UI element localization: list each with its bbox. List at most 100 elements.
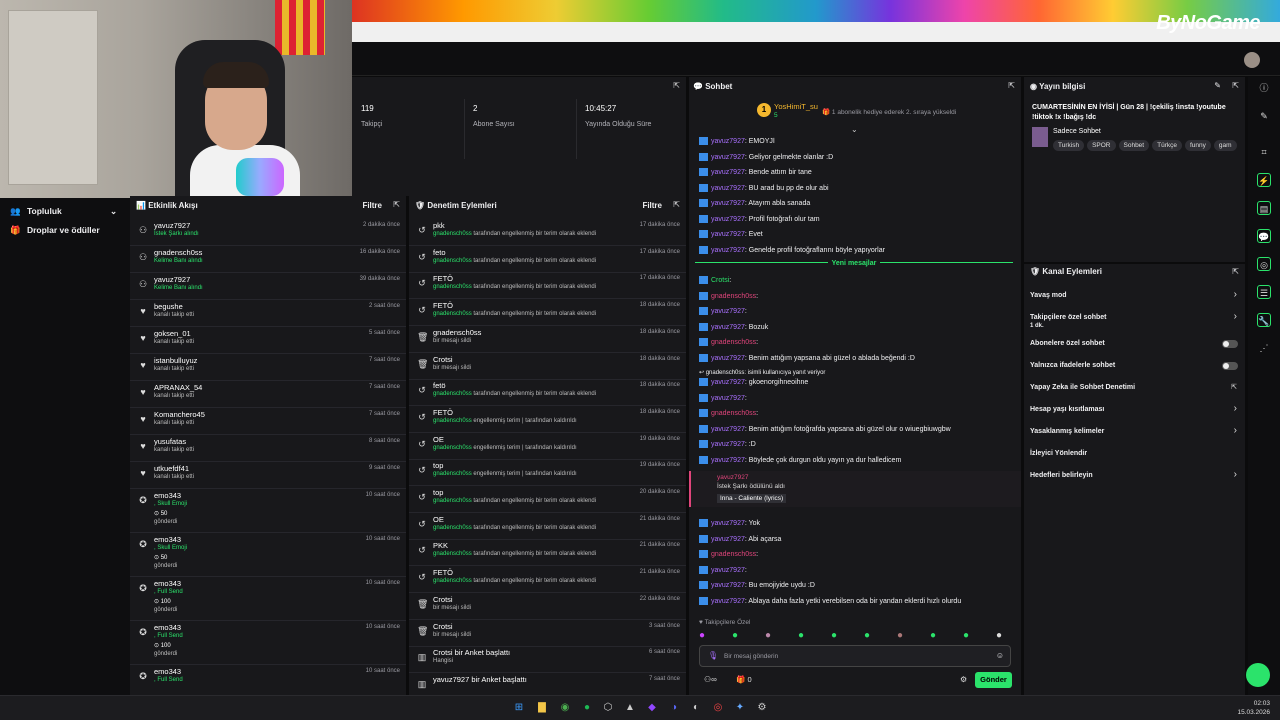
activity-gift[interactable]: ✪ emo343, Skull Emoji ⊙ 50 gönderdi 10 saat … [130,489,406,533]
activity-gift[interactable]: ✪ emo343, Full Send ⊙ 100 gönderdi 10 saat ö… [130,577,406,621]
chat-username[interactable]: yavuz7927 [711,597,745,604]
activity-user[interactable]: istanbulluyuz [154,356,197,365]
discord-icon[interactable]: ◑ [667,701,681,715]
popout-icon[interactable]: ⇱ [1232,267,1239,276]
activity-user[interactable]: emo343 [154,579,181,588]
wrench-icon[interactable]: 🔧 [1257,313,1271,327]
mod-term[interactable]: top [433,488,443,497]
chat-username[interactable]: yavuz7927 [711,379,745,386]
steam-icon[interactable]: ◐ [689,701,703,715]
activity-item[interactable]: ⚇ gnadensch0ss Kelime Banı alındı 16 dakika… [130,246,406,273]
chat-username[interactable]: Crotsi [711,277,729,284]
mod-item[interactable]: ↺ feto gnadensch0ss tarafından engellenmiş… [409,246,686,273]
chat-username[interactable]: yavuz7927 [711,169,745,176]
mod-item[interactable]: 🗑 Crotsi bir mesajı sildi 18 dakika önce [409,353,686,380]
emote-icon[interactable]: ● [996,630,1002,641]
chat-username[interactable]: yavuz7927 [711,184,745,191]
chat-username[interactable]: gnadensch0ss [711,339,756,346]
mod-term[interactable]: FETÖ [433,408,453,417]
activity-item[interactable]: ⚇ yavuz7927 İstek Şarkı alındı 2 dakika önc… [130,219,406,246]
mod-term[interactable]: Crotsi [433,622,453,631]
mod-term[interactable]: Crotsi [433,595,453,604]
crop-icon[interactable]: ⌗ [1257,145,1271,159]
chat-username[interactable]: yavuz7927 [711,323,745,330]
activity-user[interactable]: begushe [154,302,183,311]
channel-action[interactable]: Yapay Zeka ile Sohbet Denetimi ⇱ [1024,382,1245,402]
activity-user[interactable]: APRANAX_54 [154,383,202,392]
mod-term[interactable]: FETÖ [433,568,453,577]
emote-icon[interactable]: ● [897,630,903,641]
emote-icon[interactable]: ● [864,630,870,641]
edit-icon[interactable]: ✎ [1214,81,1221,90]
chat-bubble-button[interactable] [1246,663,1270,687]
popout-icon[interactable]: ⇱ [393,200,400,209]
clock[interactable]: 02:03 15.03.2026 [1237,699,1270,717]
mod-item[interactable]: ↺ PKK gnadensch0ss tarafından engellenmiş … [409,539,686,567]
mod-user[interactable]: gnadensch0ss [433,445,472,451]
points-icon[interactable]: ⚇∞ [704,675,717,684]
activity-user[interactable]: goksen_01 [154,329,191,338]
emote-icon[interactable]: ● [831,630,837,641]
mod-item[interactable]: ↺ FETÖ gnadensch0ss engellenmiş terim | ta… [409,406,686,433]
toggle-switch[interactable] [1222,340,1238,348]
chat-username[interactable]: gnadensch0ss [711,292,756,299]
stream-tag[interactable]: Turkish [1053,140,1085,151]
mod-item[interactable]: ↺ FETÖ gnadensch0ss tarafından engellenmiş… [409,299,686,327]
chat-username[interactable]: yavuz7927 [711,200,745,207]
channel-action[interactable]: Yalnızca ifadelerle sohbet [1024,360,1245,380]
activity-item[interactable]: ♥ Komanchero45 kanalı takip etti 7 saat önc… [130,408,406,435]
mod-term[interactable]: OE [433,515,444,524]
activity-user[interactable]: emo343 [154,535,181,544]
activity-item[interactable]: ♥ APRANAX_54 kanalı takip etti 7 saat önce [130,381,406,408]
emoji-icon[interactable]: ☺ [996,651,1004,660]
channel-action[interactable]: Yasaklanmış kelimeler › [1024,425,1245,446]
chat-points[interactable]: 🎁 0 [736,675,752,684]
chat-username[interactable]: yavuz7927 [711,394,745,401]
mod-item[interactable]: ↺ fetö gnadensch0ss tarafından engellenmiş… [409,379,686,407]
category-name[interactable]: Sadece Sohbet [1053,128,1101,135]
chat-username[interactable]: yavuz7927 [711,138,745,145]
pinned-user[interactable]: YosHimiT_su [774,102,818,111]
mod-item[interactable]: ↺ FETÖ gnadensch0ss tarafından engellenmiş… [409,272,686,300]
mod-user[interactable]: gnadensch0ss [433,551,472,557]
mod-user[interactable]: gnadensch0ss [433,498,472,504]
mod-term[interactable]: gnadensch0ss [433,328,481,337]
mod-item[interactable]: 🗑 gnadensch0ss bir mesajı sildi 18 dakika ö… [409,326,686,353]
toggle-switch[interactable] [1222,362,1238,370]
channel-action[interactable]: İzleyici Yönlendir [1024,448,1245,468]
stream-tag[interactable]: gam [1213,140,1237,151]
mod-term[interactable]: FETÖ [433,301,453,310]
channel-action[interactable]: Hedefleri belirleyin › [1024,469,1245,490]
chat-username[interactable]: yavuz7927 [711,535,745,542]
mod-user[interactable]: gnadensch0ss [433,391,472,397]
broadcast-icon[interactable]: ◎ [1257,257,1271,271]
stream-tag[interactable]: funny [1184,140,1211,151]
mod-item[interactable]: ↺ OE gnadensch0ss tarafından engellenmiş b… [409,513,686,540]
app-icon[interactable]: ⚙ [755,701,769,715]
chrome-icon[interactable]: ◉ [558,701,572,715]
app-icon[interactable]: ⬡ [601,701,615,715]
activity-user[interactable]: utkuefdf41 [154,464,189,473]
mod-user[interactable]: gnadensch0ss [433,525,472,531]
mod-user[interactable]: gnadensch0ss [433,471,472,477]
user-avatar[interactable] [1244,52,1260,68]
channel-action[interactable]: Abonelere özel sohbet [1024,338,1245,358]
chat-username[interactable]: gnadensch0ss [711,551,756,558]
activity-user[interactable]: gnadensch0ss [154,248,202,257]
file-explorer-icon[interactable]: ▇ [535,701,549,715]
mod-user[interactable]: gnadensch0ss [433,284,472,290]
app-icon[interactable]: ✦ [733,701,747,715]
redeem-user[interactable]: yavuz7927 [717,474,748,481]
edit-icon[interactable]: ✎ [1257,109,1271,123]
stream-tag[interactable]: Türkçe [1152,140,1182,151]
windows-start-icon[interactable]: ⊞ [512,701,526,715]
spotify-icon[interactable]: ● [580,701,594,715]
activity-item[interactable]: ♥ goksen_01 kanalı takip etti 5 saat önce [130,327,406,354]
mod-item[interactable]: ↺ FETÖ gnadensch0ss tarafından engellenmiş… [409,566,686,594]
mod-item[interactable]: ↺ top gnadensch0ss engellenmiş terim | tar… [409,459,686,487]
chat-username[interactable]: yavuz7927 [711,425,745,432]
app-icon[interactable]: ▲ [623,701,637,715]
nav-drops[interactable]: 🎁 Droplar ve ödüller [10,225,100,236]
popout-icon[interactable]: ⇱ [1232,81,1239,90]
mod-term[interactable]: feto [433,248,446,257]
